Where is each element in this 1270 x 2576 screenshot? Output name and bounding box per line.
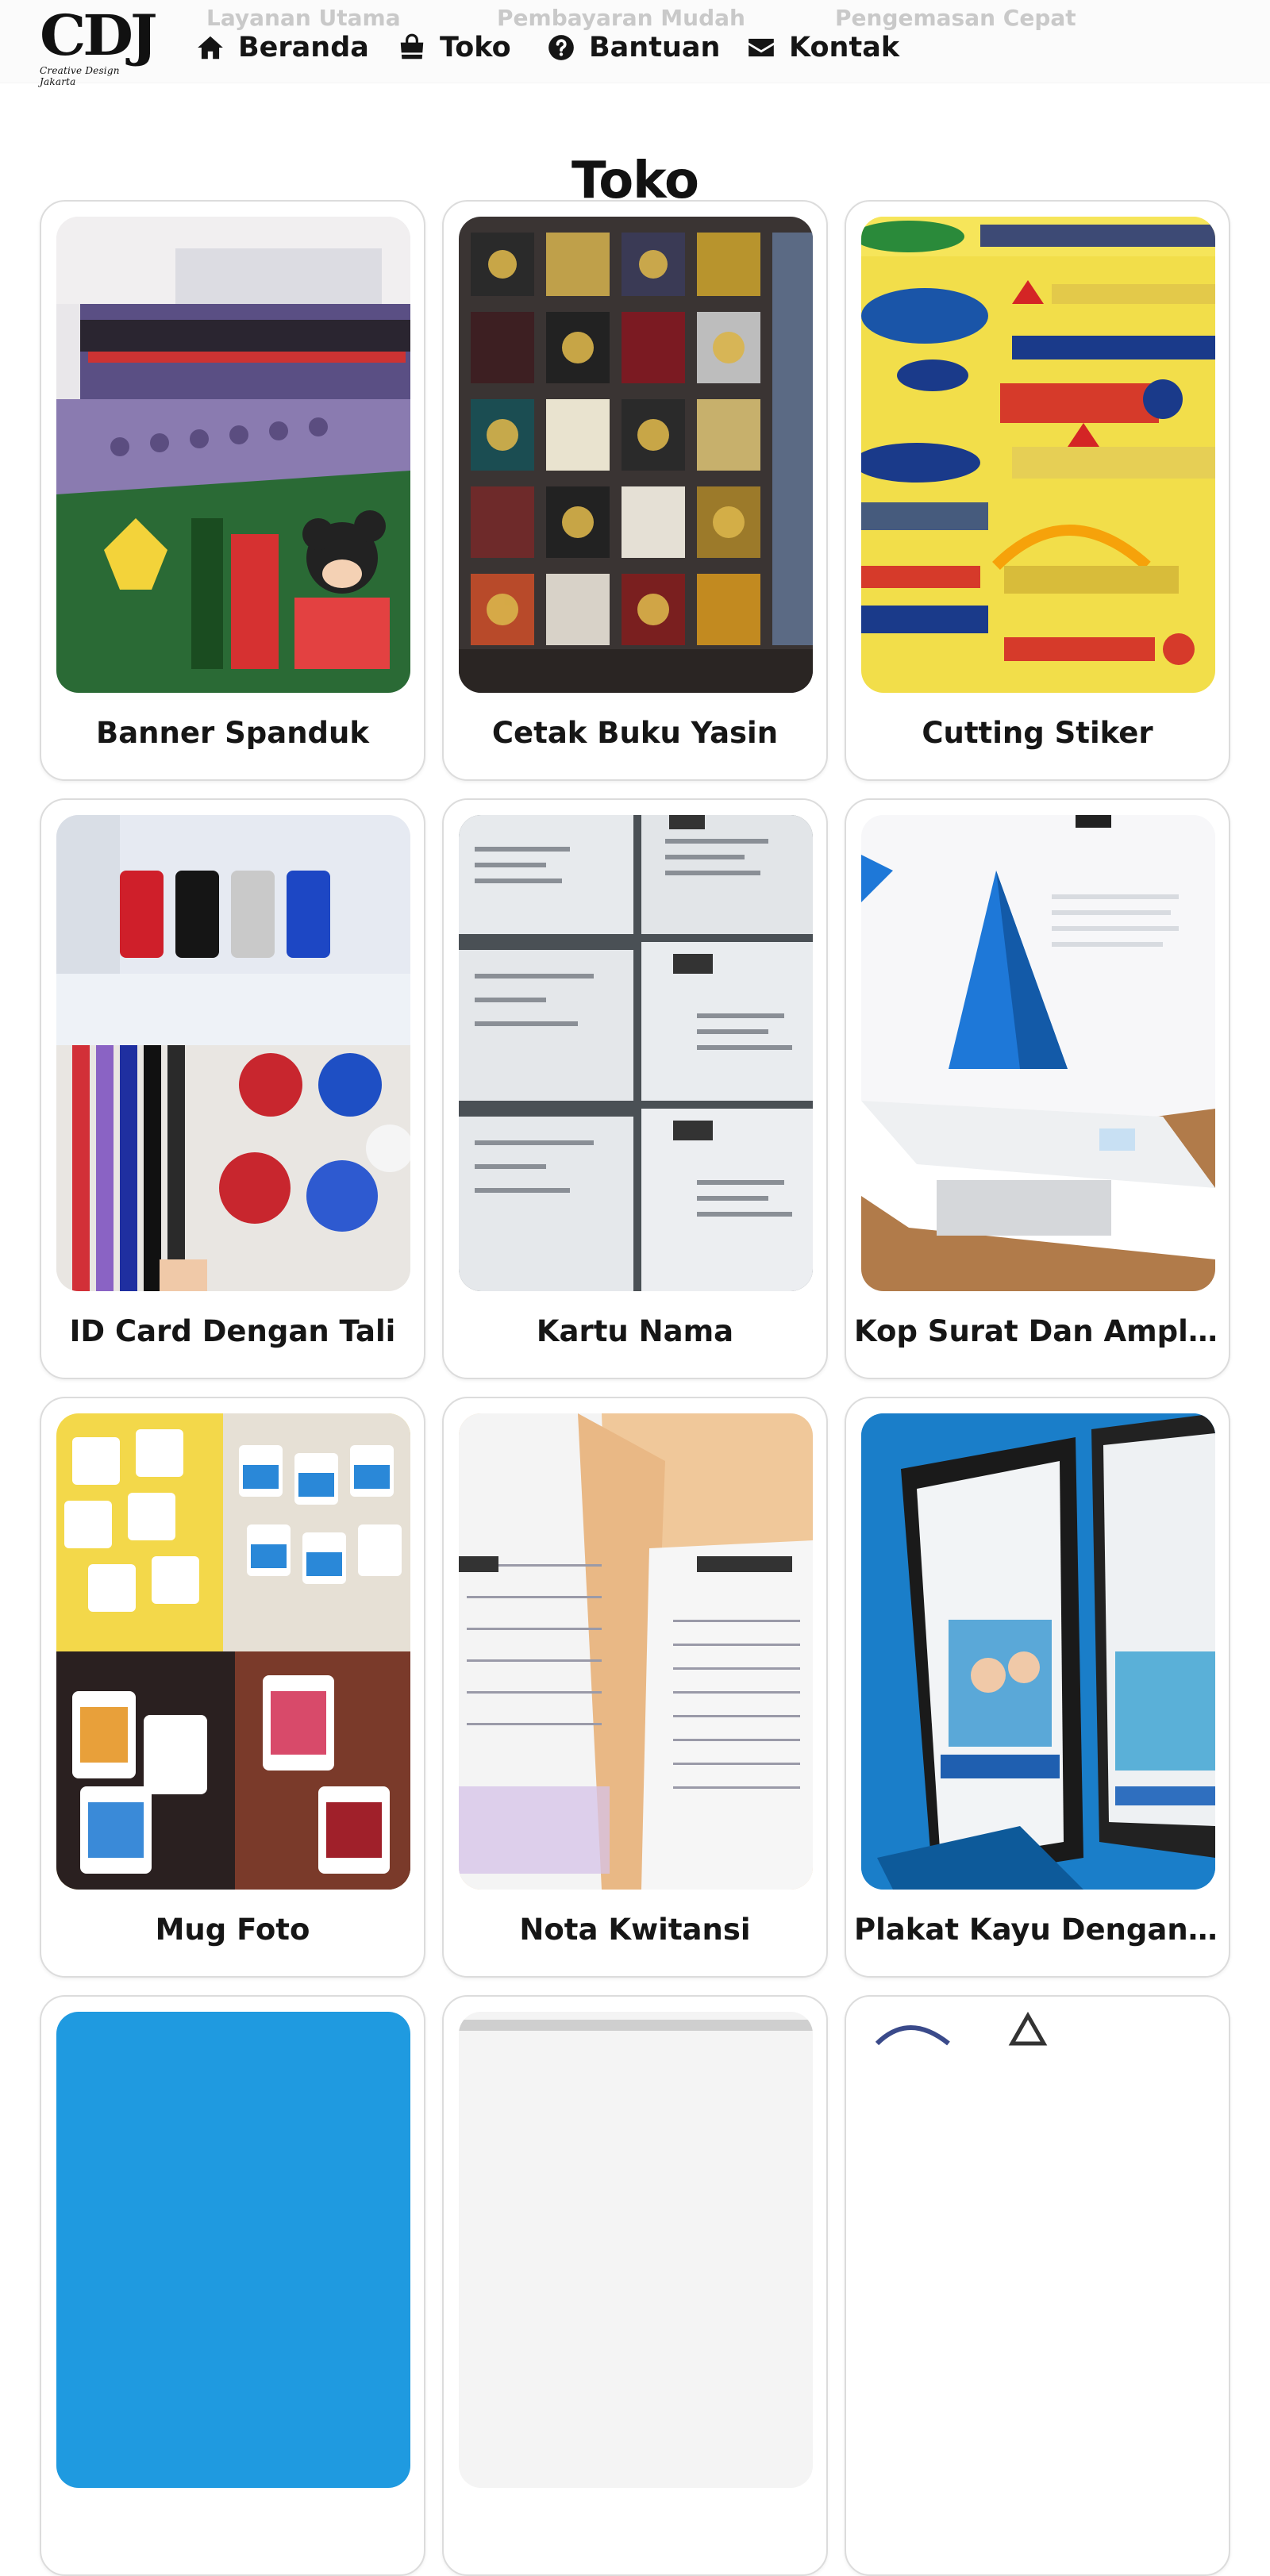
product-name: Cutting Stiker xyxy=(922,716,1153,750)
product-card[interactable]: Kop Surat Dan Amplop xyxy=(845,798,1230,1379)
product-card[interactable] xyxy=(442,1995,828,2576)
product-card[interactable]: Mug Foto xyxy=(40,1397,425,1978)
product-image xyxy=(459,217,813,693)
product-image xyxy=(56,815,410,1291)
product-name: Mug Foto xyxy=(155,1913,310,1947)
product-image xyxy=(459,815,813,1291)
product-card[interactable]: ID Card Dengan Tali xyxy=(40,798,425,1379)
site-header: CDJ Creative Design Jakarta Layanan Utam… xyxy=(0,0,1270,88)
product-image xyxy=(459,2012,813,2488)
nav-bantuan[interactable]: Bantuan xyxy=(546,29,720,67)
product-name: Nota Kwitansi xyxy=(519,1913,751,1947)
product-card[interactable]: Cetak Buku Yasin xyxy=(442,200,828,781)
envelope-icon xyxy=(749,38,774,57)
product-image xyxy=(861,815,1215,1291)
product-name: Kop Surat Dan Amplop xyxy=(854,1314,1221,1348)
product-image xyxy=(56,1413,410,1890)
product-card[interactable]: Plakat Kayu Dengan ... xyxy=(845,1397,1230,1978)
nav-kontak-label: Kontak xyxy=(789,32,900,63)
nav-beranda-label: Beranda xyxy=(238,32,369,63)
product-card[interactable]: Nota Kwitansi xyxy=(442,1397,828,1978)
product-image xyxy=(459,1413,813,1890)
product-card[interactable]: Banner Spanduk xyxy=(40,200,425,781)
product-name: Kartu Nama xyxy=(536,1314,734,1348)
nav-kontak[interactable]: Kontak xyxy=(746,29,899,67)
logo-subtitle: Creative Design Jakarta xyxy=(40,65,120,87)
nav-bantuan-label: Bantuan xyxy=(589,32,721,63)
product-card[interactable]: Cutting Stiker xyxy=(845,200,1230,781)
logo-mark: CDJ xyxy=(40,2,158,68)
nav-toko[interactable]: Toko xyxy=(397,29,511,67)
product-card[interactable] xyxy=(845,1995,1230,2576)
product-name: Cetak Buku Yasin xyxy=(491,716,779,750)
question-circle-icon xyxy=(548,35,574,60)
product-name: Plakat Kayu Dengan ... xyxy=(854,1913,1221,1947)
product-image xyxy=(861,217,1215,693)
tagline-easy-payment: Pembayaran Mudah xyxy=(497,5,745,31)
product-card[interactable] xyxy=(40,1995,425,2576)
nav-beranda[interactable]: Beranda xyxy=(195,29,369,67)
site-logo[interactable]: CDJ Creative Design Jakarta xyxy=(40,8,159,88)
product-name: ID Card Dengan Tali xyxy=(69,1314,396,1348)
product-image xyxy=(56,217,410,693)
tagline-main-service: Layanan Utama xyxy=(206,5,401,31)
product-image xyxy=(861,1413,1215,1890)
product-card[interactable]: Kartu Nama xyxy=(442,798,828,1379)
home-icon xyxy=(198,36,223,60)
product-name: Banner Spanduk xyxy=(96,716,369,750)
tagline-fast-packing: Pengemasan Cepat xyxy=(835,5,1076,31)
product-image xyxy=(861,2012,1215,2488)
shopping-bag-icon xyxy=(400,33,424,60)
product-image xyxy=(56,2012,410,2488)
nav-toko-label: Toko xyxy=(440,32,511,63)
